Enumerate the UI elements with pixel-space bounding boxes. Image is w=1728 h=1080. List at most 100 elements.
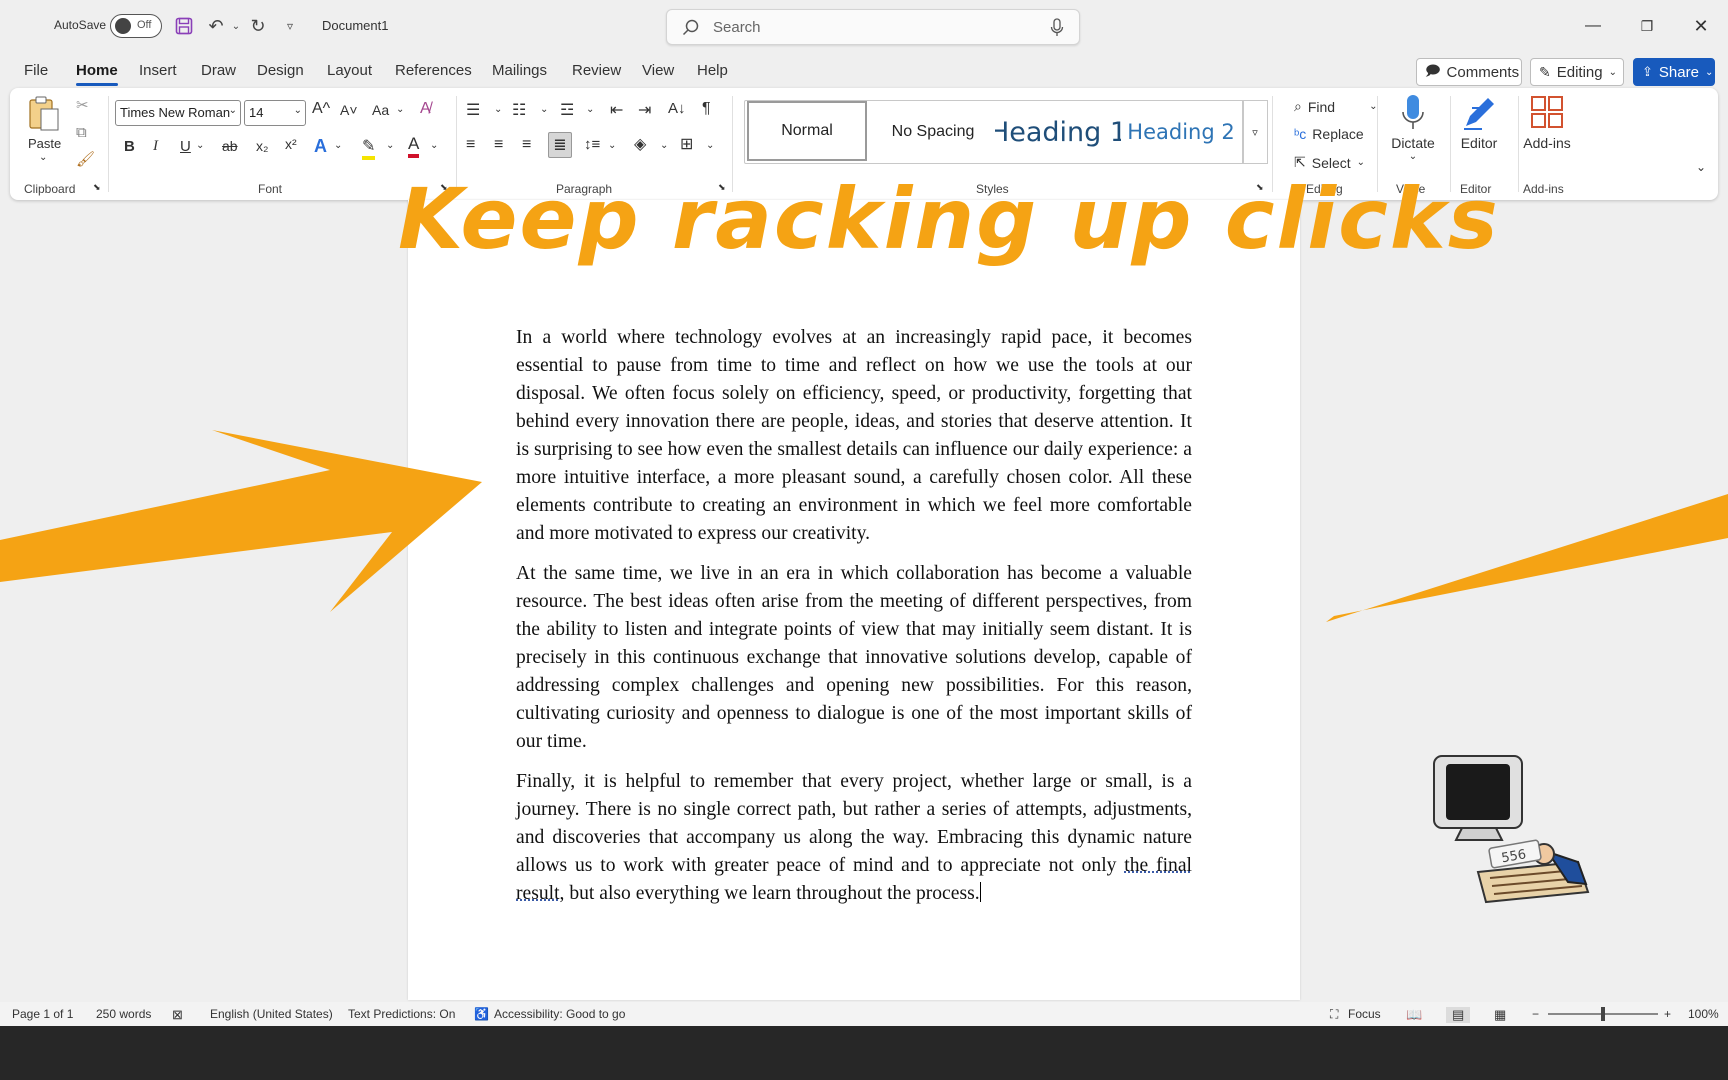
editing-mode-button[interactable]: ✎ Editing ⌄ — [1530, 58, 1624, 86]
font-color-dropdown-icon[interactable]: ⌄ — [430, 140, 438, 151]
tab-insert[interactable]: Insert — [139, 62, 177, 79]
print-layout-icon[interactable]: ▤ — [1446, 1007, 1471, 1023]
borders-dropdown-icon[interactable]: ⌄ — [706, 140, 714, 151]
replace-button[interactable]: ᵇc Replace — [1294, 126, 1364, 142]
close-icon[interactable]: ✕ — [1686, 12, 1716, 40]
align-center-icon[interactable]: ≡ — [494, 136, 503, 154]
bullets-dropdown-icon[interactable]: ⌄ — [494, 104, 502, 115]
justify-icon[interactable]: ≣ — [548, 132, 572, 158]
font-name-combo[interactable]: Times New Roman ⌄ — [115, 100, 241, 126]
decrease-indent-icon[interactable]: ⇤ — [610, 100, 623, 120]
proofing-icon[interactable]: ⊠ — [172, 1007, 183, 1023]
paste-dropdown-icon[interactable]: ⌄ — [39, 152, 47, 163]
highlight-dropdown-icon[interactable]: ⌄ — [386, 140, 394, 151]
style-heading-1[interactable]: Heading 1 — [995, 101, 1121, 163]
tab-help[interactable]: Help — [697, 62, 728, 79]
autosave-toggle[interactable]: Off — [110, 14, 162, 38]
shrink-font-icon[interactable]: A˅ — [340, 102, 358, 118]
cut-icon[interactable]: ✂ — [76, 96, 89, 114]
bold-icon[interactable]: B — [124, 138, 135, 155]
search-box[interactable]: Search — [666, 9, 1080, 45]
minimize-icon[interactable]: — — [1578, 12, 1608, 40]
text-effects-dropdown-icon[interactable]: ⌄ — [334, 140, 342, 151]
style-heading-2[interactable]: Heading 2 — [1117, 101, 1245, 163]
tab-references[interactable]: References — [395, 62, 472, 79]
tab-design[interactable]: Design — [257, 62, 304, 79]
highlight-icon[interactable]: ✎ — [362, 136, 376, 160]
page-indicator[interactable]: Page 1 of 1 — [12, 1007, 73, 1021]
styles-more-icon[interactable]: ▿ — [1242, 100, 1268, 164]
subscript-icon[interactable]: x₂ — [256, 138, 268, 154]
shading-icon[interactable]: ◈ — [634, 134, 646, 154]
change-case-dropdown-icon[interactable]: ⌄ — [396, 104, 404, 115]
underline-icon[interactable]: U — [180, 138, 191, 155]
tab-review[interactable]: Review — [572, 62, 621, 79]
tab-mailings[interactable]: Mailings — [492, 62, 547, 79]
zoom-in-icon[interactable]: + — [1664, 1007, 1671, 1021]
select-button[interactable]: ⇱ Select ⌄ — [1294, 154, 1365, 171]
multilevel-dropdown-icon[interactable]: ⌄ — [586, 104, 594, 115]
numbering-icon[interactable]: ☷ — [512, 100, 526, 120]
align-left-icon[interactable]: ≡ — [466, 136, 475, 154]
restore-icon[interactable]: ❐ — [1632, 12, 1662, 40]
text-effects-icon[interactable]: A — [314, 136, 327, 157]
style-no-spacing[interactable]: No Spacing — [871, 101, 995, 163]
borders-icon[interactable]: ⊞ — [680, 134, 693, 154]
dictate-button[interactable]: Dictate ⌄ — [1378, 94, 1448, 162]
increase-indent-icon[interactable]: ⇥ — [638, 100, 651, 120]
dialog-launcher-icon[interactable]: ⬊ — [93, 182, 101, 193]
redo-icon[interactable]: ↻ — [246, 14, 270, 38]
word-count[interactable]: 250 words — [96, 1007, 151, 1021]
undo-dropdown-icon[interactable]: ⌄ — [224, 14, 248, 38]
numbering-dropdown-icon[interactable]: ⌄ — [540, 104, 548, 115]
change-case-button[interactable]: Aa — [372, 102, 389, 118]
share-button[interactable]: ⇪ Share ⌄ — [1633, 58, 1715, 86]
italic-icon[interactable]: I — [153, 138, 158, 155]
font-size-combo[interactable]: 14 ⌄ — [244, 100, 306, 126]
font-color-icon[interactable]: A — [408, 134, 420, 158]
zoom-level[interactable]: 100% — [1688, 1007, 1719, 1021]
accessibility-status[interactable]: Accessibility: Good to go — [494, 1007, 625, 1021]
line-spacing-icon[interactable]: ↕≡ — [584, 136, 600, 153]
editor-button[interactable]: Editor — [1444, 94, 1514, 151]
paste-label[interactable]: Paste — [28, 136, 61, 151]
zoom-out-icon[interactable]: − — [1532, 1007, 1539, 1021]
comments-button[interactable]: 🗩 Comments — [1416, 58, 1522, 86]
bullets-icon[interactable]: ☰ — [466, 100, 480, 120]
tab-home[interactable]: Home — [76, 62, 118, 86]
multilevel-list-icon[interactable]: ☲ — [560, 100, 574, 120]
zoom-slider-thumb[interactable] — [1601, 1007, 1605, 1021]
web-layout-icon[interactable]: ▦ — [1494, 1007, 1506, 1023]
text-predictions-status[interactable]: Text Predictions: On — [348, 1007, 455, 1021]
tab-file[interactable]: File — [24, 62, 48, 79]
underline-dropdown-icon[interactable]: ⌄ — [196, 140, 204, 151]
format-painter-icon[interactable]: 🖌 — [76, 150, 95, 168]
language-indicator[interactable]: English (United States) — [210, 1007, 333, 1021]
grow-font-icon[interactable]: A^ — [312, 100, 330, 118]
focus-mode-button[interactable]: Focus — [1348, 1007, 1381, 1021]
sort-icon[interactable]: A↓ — [668, 100, 686, 117]
paste-icon[interactable] — [24, 94, 64, 134]
style-normal[interactable]: Normal — [747, 101, 867, 161]
copy-icon[interactable]: ⧉ — [76, 124, 87, 141]
tab-view[interactable]: View — [642, 62, 674, 79]
collapse-ribbon-icon[interactable]: ⌄ — [1696, 160, 1706, 174]
paragraph-1[interactable]: In a world where technology evolves at a… — [516, 324, 1192, 548]
microphone-icon[interactable] — [1049, 18, 1065, 38]
zoom-slider[interactable] — [1548, 1007, 1658, 1021]
quick-access-dropdown-icon[interactable]: ▿ — [278, 14, 302, 38]
document-body[interactable]: In a world where technology evolves at a… — [516, 324, 1192, 920]
shading-dropdown-icon[interactable]: ⌄ — [660, 140, 668, 151]
superscript-icon[interactable]: x² — [285, 136, 297, 152]
paragraph-3[interactable]: Finally, it is helpful to remember that … — [516, 768, 1192, 908]
find-button[interactable]: ⌕ Find ⌄ — [1294, 98, 1377, 115]
read-mode-icon[interactable]: 📖 — [1406, 1007, 1422, 1023]
addins-button[interactable]: Add-ins — [1512, 94, 1582, 151]
tab-layout[interactable]: Layout — [327, 62, 372, 79]
strikethrough-icon[interactable]: ab — [222, 138, 238, 154]
show-formatting-icon[interactable]: ¶ — [702, 100, 711, 118]
save-icon[interactable] — [172, 14, 196, 38]
align-right-icon[interactable]: ≡ — [522, 136, 531, 154]
tab-draw[interactable]: Draw — [201, 62, 236, 79]
line-spacing-dropdown-icon[interactable]: ⌄ — [608, 140, 616, 151]
